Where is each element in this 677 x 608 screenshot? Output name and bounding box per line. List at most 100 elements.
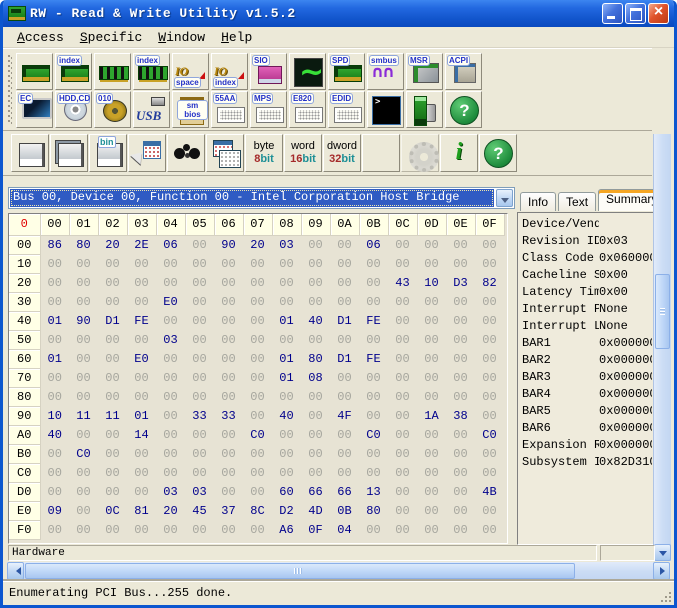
hex-cell-F0-00[interactable]: 00: [40, 520, 69, 539]
hex-cell-40-0C[interactable]: 00: [388, 311, 417, 330]
hex-cell-00-08[interactable]: 03: [272, 235, 301, 254]
hex-cell-80-09[interactable]: 00: [301, 387, 330, 406]
hex-cell-80-08[interactable]: 00: [272, 387, 301, 406]
hex-cell-D0-02[interactable]: 00: [98, 482, 127, 501]
hex-cell-30-0B[interactable]: 00: [359, 292, 388, 311]
hex-cell-40-0D[interactable]: 00: [417, 311, 446, 330]
hex-cell-70-00[interactable]: 00: [40, 368, 69, 387]
hex-cell-90-0A[interactable]: 4F: [330, 406, 359, 425]
hex-cell-10-03[interactable]: 00: [127, 254, 156, 273]
hex-cell-90-0C[interactable]: 00: [388, 406, 417, 425]
hex-cell-F0-0D[interactable]: 00: [417, 520, 446, 539]
hex-cell-50-0F[interactable]: 00: [475, 330, 504, 349]
help2-button[interactable]: [479, 134, 517, 172]
hex-cell-70-0D[interactable]: 00: [417, 368, 446, 387]
hex-cell-10-0A[interactable]: 00: [330, 254, 359, 273]
hex-cell-70-0B[interactable]: 00: [359, 368, 388, 387]
hex-cell-10-0E[interactable]: 00: [446, 254, 475, 273]
hex-cell-30-06[interactable]: 00: [214, 292, 243, 311]
pci-card-button[interactable]: [16, 53, 53, 90]
hex-cell-30-03[interactable]: 00: [127, 292, 156, 311]
hex-cell-40-07[interactable]: 00: [243, 311, 272, 330]
hex-cell-A0-05[interactable]: 00: [185, 425, 214, 444]
hex-cell-50-04[interactable]: 03: [156, 330, 185, 349]
hex-cell-B0-01[interactable]: C0: [69, 444, 98, 463]
smbus-button[interactable]: smbus: [367, 53, 404, 90]
menu-item-window[interactable]: Window: [150, 29, 213, 46]
hex-cell-E0-07[interactable]: 8C: [243, 501, 272, 520]
horizontal-scrollbar-thumb[interactable]: [25, 563, 575, 579]
hex-cell-D0-05[interactable]: 03: [185, 482, 214, 501]
hex-cell-90-05[interactable]: 33: [185, 406, 214, 425]
hex-cell-B0-0B[interactable]: 00: [359, 444, 388, 463]
hex-cell-B0-07[interactable]: 00: [243, 444, 272, 463]
hex-cell-40-0F[interactable]: 00: [475, 311, 504, 330]
hex-cell-90-06[interactable]: 33: [214, 406, 243, 425]
horizontal-scrollbar-track[interactable]: [24, 562, 653, 580]
hex-cell-F0-04[interactable]: 00: [156, 520, 185, 539]
hex-cell-60-0B[interactable]: FE: [359, 349, 388, 368]
hex-cell-80-03[interactable]: 00: [127, 387, 156, 406]
scroll-down-button[interactable]: [654, 544, 671, 561]
hex-cell-60-0D[interactable]: 00: [417, 349, 446, 368]
chevron-down-icon[interactable]: [496, 189, 513, 207]
hex-cell-A0-02[interactable]: 00: [98, 425, 127, 444]
hex-cell-F0-03[interactable]: 00: [127, 520, 156, 539]
hex-cell-A0-06[interactable]: 00: [214, 425, 243, 444]
hex-cell-60-07[interactable]: 00: [243, 349, 272, 368]
io-space-button[interactable]: IOspace: [172, 53, 209, 90]
hex-cell-D0-07[interactable]: 00: [243, 482, 272, 501]
hex-cell-40-08[interactable]: 01: [272, 311, 301, 330]
hex-cell-00-0F[interactable]: 00: [475, 235, 504, 254]
hex-cell-50-0E[interactable]: 00: [446, 330, 475, 349]
hex-cell-00-06[interactable]: 90: [214, 235, 243, 254]
minimize-button[interactable]: [602, 3, 623, 24]
menu-item-help[interactable]: Help: [213, 29, 260, 46]
hex-cell-C0-06[interactable]: 00: [214, 463, 243, 482]
hex-cell-D0-04[interactable]: 03: [156, 482, 185, 501]
hex-cell-20-02[interactable]: 00: [98, 273, 127, 292]
msr-button[interactable]: MSR: [406, 53, 443, 90]
hex-cell-60-0F[interactable]: 00: [475, 349, 504, 368]
hex-cell-50-07[interactable]: 00: [243, 330, 272, 349]
hex-cell-F0-0C[interactable]: 00: [388, 520, 417, 539]
hex-cell-70-02[interactable]: 00: [98, 368, 127, 387]
hex-cell-00-04[interactable]: 06: [156, 235, 185, 254]
hex-cell-10-02[interactable]: 00: [98, 254, 127, 273]
hex-cell-80-01[interactable]: 00: [69, 387, 98, 406]
hex-cell-F0-08[interactable]: A6: [272, 520, 301, 539]
hex-cell-D0-0F[interactable]: 4B: [475, 482, 504, 501]
hex-cell-00-05[interactable]: 00: [185, 235, 214, 254]
hex-cell-60-08[interactable]: 01: [272, 349, 301, 368]
e820-button[interactable]: E820: [289, 91, 326, 128]
save-bin-button[interactable]: bin: [89, 134, 127, 172]
hex-cell-C0-08[interactable]: 00: [272, 463, 301, 482]
hex-cell-C0-09[interactable]: 00: [301, 463, 330, 482]
hex-cell-B0-0D[interactable]: 00: [417, 444, 446, 463]
hex-cell-70-04[interactable]: 00: [156, 368, 185, 387]
ata-button[interactable]: HDD,CD: [55, 91, 92, 128]
hex-cell-F0-05[interactable]: 00: [185, 520, 214, 539]
hex-cell-70-05[interactable]: 00: [185, 368, 214, 387]
hex-cell-E0-05[interactable]: 45: [185, 501, 214, 520]
hex-cell-E0-0B[interactable]: 80: [359, 501, 388, 520]
memory-index-button[interactable]: index: [133, 53, 170, 90]
hex-cell-90-09[interactable]: 00: [301, 406, 330, 425]
hex-cell-80-0B[interactable]: 00: [359, 387, 388, 406]
hex-cell-30-05[interactable]: 00: [185, 292, 214, 311]
hex-cell-20-0C[interactable]: 43: [388, 273, 417, 292]
hex-cell-A0-0C[interactable]: 00: [388, 425, 417, 444]
hex-cell-F0-02[interactable]: 00: [98, 520, 127, 539]
usb-button[interactable]: USB: [133, 91, 170, 128]
hex-cell-40-04[interactable]: 00: [156, 311, 185, 330]
hex-cell-50-0B[interactable]: 00: [359, 330, 388, 349]
hex-cell-B0-02[interactable]: 00: [98, 444, 127, 463]
hex-cell-10-09[interactable]: 00: [301, 254, 330, 273]
hex-cell-F0-0F[interactable]: 00: [475, 520, 504, 539]
hex-cell-60-02[interactable]: 00: [98, 349, 127, 368]
hex-cell-E0-08[interactable]: D2: [272, 501, 301, 520]
spd-button[interactable]: SPD: [328, 53, 365, 90]
hex-cell-70-0E[interactable]: 00: [446, 368, 475, 387]
close-button[interactable]: [648, 3, 669, 24]
hex-cell-50-08[interactable]: 00: [272, 330, 301, 349]
